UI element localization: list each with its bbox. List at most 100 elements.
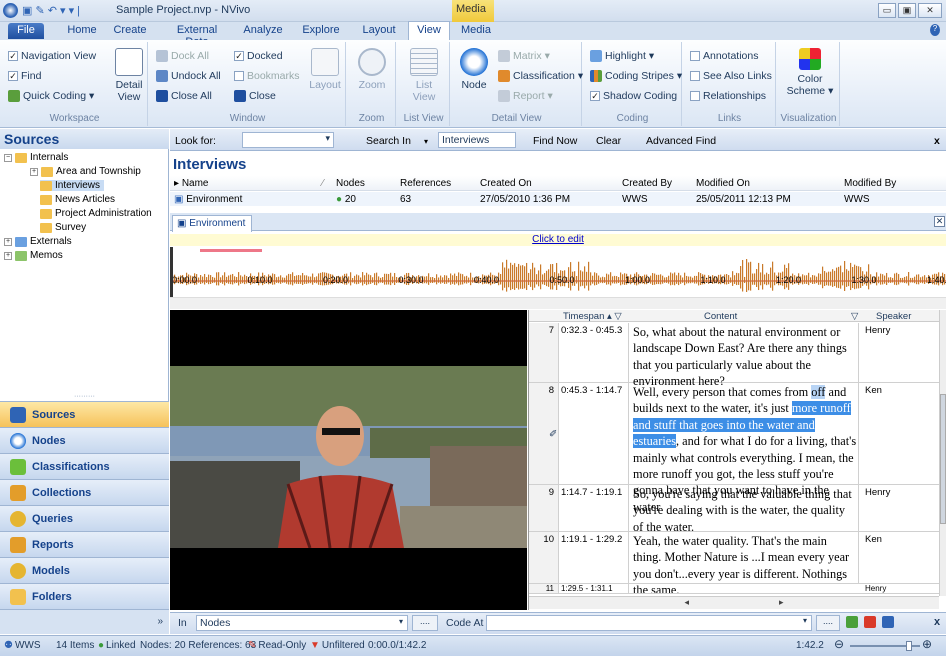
highlight-button[interactable]: Highlight ▾: [590, 50, 654, 62]
matrix-button[interactable]: Matrix ▾: [498, 50, 550, 62]
scroll-thumb[interactable]: [940, 394, 946, 524]
row-name[interactable]: ▣ Environment: [174, 194, 242, 205]
tree-item-news-articles[interactable]: News Articles: [40, 194, 115, 205]
transcript-row[interactable]: 9 1:14.7 - 1:19.1 So, you're saying that…: [529, 485, 939, 534]
clear-button[interactable]: Clear: [596, 135, 621, 147]
splitter-grip[interactable]: ·········: [0, 393, 169, 400]
search-in-dropdown-icon[interactable]: ▾: [424, 137, 428, 146]
tree-item-area-township[interactable]: + Area and Township: [30, 166, 141, 177]
quick-coding-toggle[interactable]: Quick Coding ▾: [8, 90, 94, 102]
shadow-coding-toggle[interactable]: ✓ Shadow Coding: [590, 90, 677, 102]
annotations-toggle[interactable]: Annotations: [690, 50, 758, 62]
col-nodes[interactable]: Nodes: [336, 178, 365, 189]
nav-nodes[interactable]: Nodes: [0, 427, 169, 453]
expand-icon[interactable]: +: [4, 237, 12, 246]
audio-timeline[interactable]: 0:00.0 0:10.0 0:20.0 0:30.0 0:40.0 0:50.0 1:00…: [170, 247, 946, 297]
navigation-view-toggle[interactable]: ✓ Navigation View: [8, 50, 96, 62]
col-speaker[interactable]: Speaker: [876, 311, 911, 322]
tab-create[interactable]: Create: [108, 22, 152, 40]
transcript-vscrollbar[interactable]: [939, 310, 946, 596]
nav-queries[interactable]: Queries: [0, 505, 169, 531]
col-references[interactable]: References: [400, 178, 451, 189]
quick-access-toolbar[interactable]: ▣ ✎ ↶ ▾ ▾ |: [22, 4, 80, 17]
col-timespan[interactable]: Timespan ▴ ▽: [563, 311, 622, 322]
tab-analyze[interactable]: Analyze: [240, 22, 286, 40]
find-toggle[interactable]: ✓ Find: [8, 70, 41, 82]
code-at-input[interactable]: ▾: [486, 615, 812, 631]
zoom-in-icon[interactable]: ⊕: [922, 637, 932, 651]
row-content[interactable]: Yeah, the water quality. That's the main…: [633, 532, 859, 597]
search-in-button[interactable]: Search In: [366, 135, 411, 147]
tree-item-survey[interactable]: Survey: [40, 222, 86, 233]
tab-environment[interactable]: ▣ Environment: [172, 215, 252, 232]
expand-icon[interactable]: +: [30, 167, 38, 176]
tree-item-memos[interactable]: + Memos: [4, 250, 63, 261]
collapse-icon[interactable]: −: [4, 153, 12, 162]
layout-button[interactable]: Layout: [308, 48, 342, 91]
timeline-scrollbar[interactable]: [170, 297, 946, 309]
zoom-slider-thumb[interactable]: [906, 641, 912, 651]
transcript-hscrollbar[interactable]: ◂ ▸: [529, 596, 939, 609]
close-doc-tab-icon[interactable]: ✕: [934, 216, 945, 227]
nav-collections[interactable]: Collections: [0, 479, 169, 505]
browse-button[interactable]: ....: [412, 615, 438, 631]
list-view-button[interactable]: List View: [406, 48, 442, 103]
col-modified-by[interactable]: Modified By: [844, 178, 896, 189]
see-also-links-toggle[interactable]: See Also Links: [690, 70, 772, 82]
row-content[interactable]: Well, every person that comes from off a…: [633, 383, 859, 514]
help-icon[interactable]: ?: [930, 24, 940, 36]
col-created-by[interactable]: Created By: [622, 178, 672, 189]
col-modified-on[interactable]: Modified On: [696, 178, 750, 189]
node-button[interactable]: Node: [458, 48, 490, 91]
browse-code-at-button[interactable]: ....: [816, 615, 840, 631]
code-in-dropdown[interactable]: Nodes ▾: [196, 615, 408, 631]
tab-layout[interactable]: Layout: [356, 22, 402, 40]
code-in-vivo-icon[interactable]: [882, 616, 894, 628]
close-all-button[interactable]: Close All: [156, 90, 212, 102]
look-for-input[interactable]: ▾: [242, 132, 334, 148]
color-scheme-button[interactable]: Color Scheme ▾: [782, 48, 838, 97]
col-created-on[interactable]: Created On: [480, 178, 532, 189]
coding-stripes-button[interactable]: Coding Stripes ▾: [590, 70, 682, 82]
bookmarks-toggle[interactable]: Bookmarks: [234, 70, 300, 82]
restore-button[interactable]: ▣: [898, 3, 916, 18]
tree-item-internals[interactable]: − Internals: [4, 152, 68, 163]
nav-sources[interactable]: Sources: [0, 401, 169, 427]
click-to-edit-link[interactable]: Click to edit: [170, 234, 946, 246]
playhead[interactable]: [170, 247, 173, 297]
nav-overflow-chevron-icon[interactable]: »: [0, 609, 169, 634]
filter-icon[interactable]: ▽: [851, 311, 858, 322]
report-button[interactable]: Report ▾: [498, 90, 553, 102]
transcript-row[interactable]: 8 ✐ 0:45.3 - 1:14.7 Well, every person t…: [529, 383, 939, 514]
zoom-out-icon[interactable]: ⊖: [834, 637, 844, 651]
minimize-button[interactable]: ▭: [878, 3, 896, 18]
tree-item-externals[interactable]: + Externals: [4, 236, 72, 247]
close-codebar-icon[interactable]: x: [934, 616, 940, 628]
uncode-icon[interactable]: [864, 616, 876, 628]
tree-item-interviews[interactable]: Interviews: [40, 180, 105, 191]
tab-file[interactable]: File: [8, 23, 44, 39]
detail-view-button[interactable]: Detail View: [114, 48, 144, 103]
zoom-button[interactable]: Zoom: [354, 48, 390, 91]
tab-external-data[interactable]: External Data: [164, 22, 230, 48]
tab-media[interactable]: Media: [455, 22, 497, 40]
close-window-button[interactable]: ✕: [918, 3, 942, 18]
tab-view[interactable]: View: [408, 21, 450, 41]
col-content[interactable]: Content: [704, 311, 737, 322]
transcript-row[interactable]: 11 1:29.5 - 1:31.1 Henry: [529, 584, 939, 594]
row-content[interactable]: So, what about the natural environment o…: [633, 323, 859, 388]
classification-button[interactable]: Classification ▾: [498, 70, 583, 82]
close-find-icon[interactable]: x: [934, 135, 940, 147]
col-name[interactable]: ▸ Name: [174, 178, 209, 189]
undock-all-button[interactable]: Undock All: [156, 70, 221, 82]
transcript-row[interactable]: 7 0:32.3 - 0:45.3 So, what about the nat…: [529, 323, 939, 388]
advanced-find-button[interactable]: Advanced Find: [646, 135, 716, 147]
nav-classifications[interactable]: Classifications: [0, 453, 169, 479]
expand-icon[interactable]: +: [4, 251, 12, 260]
nav-models[interactable]: Models: [0, 557, 169, 583]
tab-home[interactable]: Home: [60, 22, 104, 40]
transcript-row[interactable]: 10 1:19.1 - 1:29.2 Yeah, the water quali…: [529, 532, 939, 597]
nav-folders[interactable]: Folders: [0, 583, 169, 609]
relationships-toggle[interactable]: Relationships: [690, 90, 766, 102]
dock-all-button[interactable]: Dock All: [156, 50, 209, 62]
